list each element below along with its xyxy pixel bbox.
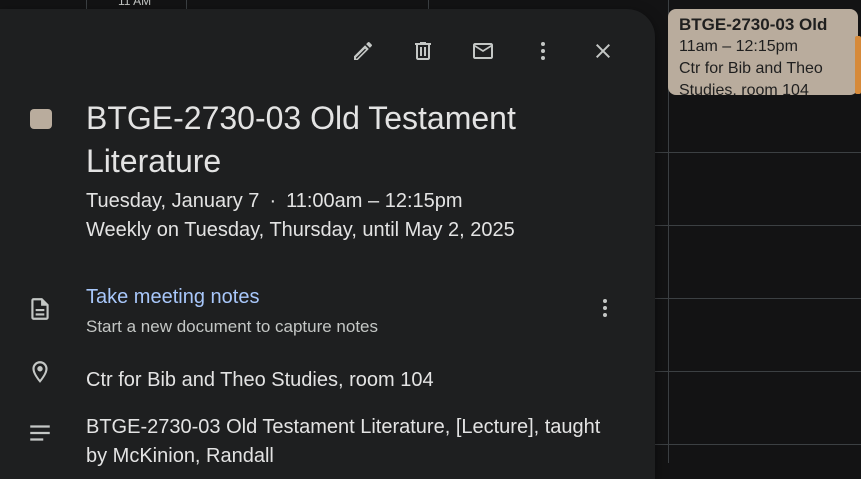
mail-icon xyxy=(473,43,493,59)
event-location: Ctr for Bib and Theo Studies, room 104 xyxy=(86,369,434,391)
adjacent-event-edge[interactable] xyxy=(855,36,861,94)
event-recurrence: Weekly on Tuesday, Thursday, until May 2… xyxy=(86,219,515,241)
event-datetime: Tuesday, January 7 · 11:00am – 12:15pm xyxy=(86,187,463,215)
calendar-event-chip[interactable]: BTGE-2730-03 Old 11am – 12:15pm Ctr for … xyxy=(668,9,858,95)
event-date: Tuesday, January 7 xyxy=(86,190,260,212)
notes-lines-icon xyxy=(27,420,53,446)
event-time: 11:00am – 12:15pm xyxy=(286,190,463,212)
event-chip-time: 11am – 12:15pm xyxy=(679,38,798,55)
email-guests-button[interactable] xyxy=(453,31,513,71)
edit-event-button[interactable] xyxy=(333,31,393,71)
document-icon xyxy=(27,296,53,322)
grid-line xyxy=(655,371,861,372)
separator-dot: · xyxy=(269,190,277,212)
dialog-toolbar xyxy=(333,31,633,71)
event-chip-location: Ctr for Bib and Theo xyxy=(679,60,823,77)
options-button[interactable] xyxy=(513,31,573,71)
grid-line xyxy=(655,152,861,153)
notes-options-button[interactable] xyxy=(590,293,620,323)
take-meeting-notes-link[interactable]: Take meeting notes xyxy=(86,283,259,311)
meeting-notes-subtitle: Start a new document to capture notes xyxy=(86,317,379,336)
close-button[interactable] xyxy=(573,31,633,71)
more-vert-icon xyxy=(541,42,545,60)
grid-line xyxy=(655,225,861,226)
more-vert-icon xyxy=(603,299,607,317)
location-pin-icon xyxy=(27,359,53,385)
delete-event-button[interactable] xyxy=(393,31,453,71)
event-chip-title: BTGE-2730-03 Old xyxy=(679,15,828,34)
pencil-icon xyxy=(354,41,373,60)
event-chip-location-2: Studies, room 104 xyxy=(679,82,809,95)
close-icon xyxy=(596,44,610,58)
trash-icon xyxy=(415,42,431,60)
grid-line xyxy=(655,298,861,299)
event-description: BTGE-2730-03 Old Testament Literature, [… xyxy=(86,416,601,467)
event-color-swatch xyxy=(30,109,52,129)
event-title: BTGE-2730-03 Old Testament Literature xyxy=(86,100,516,179)
time-label: 11 AM xyxy=(118,0,152,8)
event-details-dialog: BTGE-2730-03 Old Testament Literature Tu… xyxy=(0,9,655,479)
grid-line xyxy=(655,444,861,445)
